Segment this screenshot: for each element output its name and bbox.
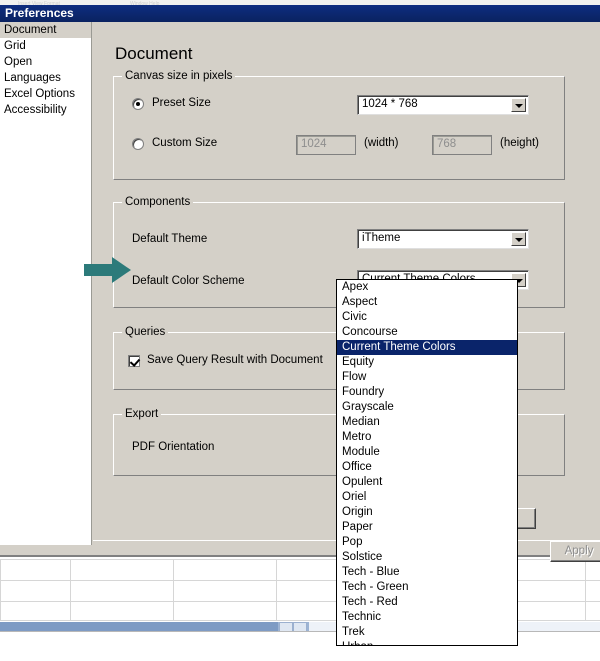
label-width-suffix: (width) — [364, 137, 399, 149]
sidebar-item-label: Languages — [4, 72, 61, 84]
dropdown-item[interactable]: Foundry — [337, 385, 517, 400]
label-save-query-result: Save Query Result with Document — [147, 354, 323, 366]
dropdown-item-label: Urban — [342, 641, 373, 645]
custom-width-input[interactable]: 1024 — [296, 135, 356, 155]
dropdown-item-label: Solstice — [342, 551, 383, 563]
sidebar-item-grid[interactable]: Grid — [0, 38, 91, 54]
group-export-legend: Export — [122, 408, 162, 420]
radio-custom-size[interactable] — [132, 138, 144, 150]
color-scheme-dropdown-list[interactable]: Apex Aspect Civic Concourse Current Theme Co… — [336, 279, 518, 646]
dropdown-item[interactable]: Civic — [337, 310, 517, 325]
radio-preset-size[interactable] — [132, 98, 144, 110]
default-theme-value: iTheme — [362, 232, 401, 244]
label-default-color-scheme: Default Color Scheme — [132, 275, 245, 287]
checkbox-save-query-result[interactable] — [128, 355, 140, 367]
dropdown-item[interactable]: Grayscale — [337, 400, 517, 415]
dropdown-item[interactable]: Tech - Green — [337, 580, 517, 595]
dropdown-item-label: Foundry — [342, 386, 385, 398]
dropdown-item-label: Tech - Blue — [342, 566, 400, 578]
dropdown-item[interactable]: Solstice — [337, 550, 517, 565]
custom-height-input[interactable]: 768 — [432, 135, 492, 155]
apply-button[interactable]: Apply — [550, 541, 600, 562]
annotation-arrow — [84, 256, 132, 284]
custom-height-value: 768 — [437, 138, 457, 150]
dropdown-item-label: Office — [342, 461, 372, 473]
dropdown-item[interactable]: Pop — [337, 535, 517, 550]
dropdown-item[interactable]: Tech - Blue — [337, 565, 517, 580]
sidebar-item-label: Excel Options — [4, 88, 75, 100]
dropdown-item[interactable]: Current Theme Colors — [337, 340, 517, 355]
dropdown-item-label: Opulent — [342, 476, 383, 488]
dropdown-item[interactable]: Metro — [337, 430, 517, 445]
page-title: Document — [115, 44, 193, 63]
dropdown-item-label: Apex — [342, 281, 369, 293]
sidebar-item-open[interactable]: Open — [0, 54, 91, 70]
group-canvas-size: Canvas size in pixels Preset Size 1024 *… — [113, 70, 565, 180]
dropdown-item[interactable]: Flow — [337, 370, 517, 385]
label-default-theme: Default Theme — [132, 233, 208, 245]
dialog-title: Preferences — [5, 6, 74, 20]
sidebar-item-accessibility[interactable]: Accessibility — [0, 102, 91, 118]
apply-button-label: Apply — [564, 545, 594, 557]
dropdown-item-label: Module — [342, 446, 380, 458]
sidebar-item-label: Document — [4, 24, 57, 36]
dropdown-item-label: Current Theme Colors — [342, 341, 456, 353]
dropdown-item-label: Median — [342, 416, 380, 428]
dropdown-item-label: Paper — [342, 521, 373, 533]
dropdown-item[interactable]: Equity — [337, 355, 517, 370]
preferences-category-list[interactable]: Document Grid Open Languages Excel Optio… — [0, 22, 92, 545]
dropdown-item[interactable]: Concourse — [337, 325, 517, 340]
default-theme-combo[interactable]: iTheme — [357, 229, 529, 249]
dropdown-item-label: Origin — [342, 506, 373, 518]
dropdown-item-label: Concourse — [342, 326, 398, 338]
chevron-down-icon[interactable] — [511, 98, 526, 112]
group-queries-legend: Queries — [122, 326, 169, 338]
dropdown-item-label: Metro — [342, 431, 372, 443]
custom-width-value: 1024 — [301, 138, 327, 150]
dropdown-item-label: Civic — [342, 311, 367, 323]
sidebar-item-label: Accessibility — [4, 104, 67, 116]
sidebar-item-label: Open — [4, 56, 33, 68]
dropdown-item-label: Equity — [342, 356, 374, 368]
dropdown-item[interactable]: Tech - Red — [337, 595, 517, 610]
sidebar-item-languages[interactable]: Languages — [0, 70, 91, 86]
dropdown-item[interactable]: Apex — [337, 280, 517, 295]
dropdown-item[interactable]: Technic — [337, 610, 517, 625]
label-preset-size: Preset Size — [152, 97, 211, 109]
dropdown-item-label: Flow — [342, 371, 367, 383]
preset-size-combo[interactable]: 1024 * 768 — [357, 95, 529, 115]
label-height-suffix: (height) — [500, 137, 539, 149]
dropdown-item-label: Technic — [342, 611, 381, 623]
chevron-down-icon[interactable] — [511, 232, 526, 246]
dropdown-item[interactable]: Opulent — [337, 475, 517, 490]
dropdown-item-label: Pop — [342, 536, 363, 548]
dialog-titlebar[interactable]: Preferences — [0, 5, 600, 22]
dropdown-item-label: Grayscale — [342, 401, 394, 413]
label-custom-size: Custom Size — [152, 137, 218, 149]
dropdown-item[interactable]: Module — [337, 445, 517, 460]
sidebar-item-excel-options[interactable]: Excel Options — [0, 86, 91, 102]
dropdown-item-label: Oriel — [342, 491, 367, 503]
dropdown-item[interactable]: Office — [337, 460, 517, 475]
sidebar-item-document[interactable]: Document — [0, 22, 91, 38]
dropdown-item[interactable]: Oriel — [337, 490, 517, 505]
dropdown-item[interactable]: Paper — [337, 520, 517, 535]
dropdown-item-label: Tech - Red — [342, 596, 398, 608]
group-canvas-size-legend: Canvas size in pixels — [122, 70, 236, 82]
dropdown-item[interactable]: Aspect — [337, 295, 517, 310]
dropdown-item[interactable]: Trek — [337, 625, 517, 640]
group-components-legend: Components — [122, 196, 194, 208]
dropdown-item[interactable]: Origin — [337, 505, 517, 520]
dropdown-item[interactable]: Median — [337, 415, 517, 430]
preset-size-value: 1024 * 768 — [362, 98, 418, 110]
dropdown-item-label: Aspect — [342, 296, 378, 308]
dropdown-item[interactable]: Urban — [337, 640, 517, 645]
screenshot-root: Insert View Format Window Help Preferenc… — [0, 0, 600, 661]
sidebar-item-label: Grid — [4, 40, 26, 52]
dropdown-item-label: Trek — [342, 626, 365, 638]
label-pdf-orientation: PDF Orientation — [132, 441, 215, 453]
dropdown-item-label: Tech - Green — [342, 581, 409, 593]
